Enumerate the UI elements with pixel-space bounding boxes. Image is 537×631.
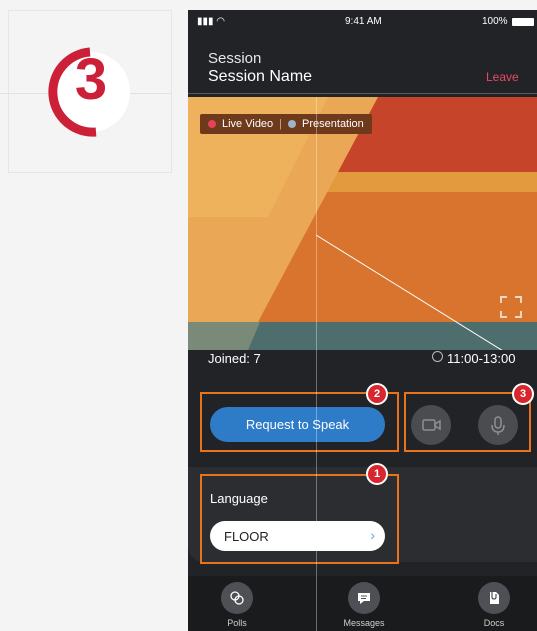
tab-polls[interactable]: Polls: [197, 582, 277, 628]
status-time: 9:41 AM: [345, 16, 382, 27]
session-time-value: 11:00-13:00: [447, 351, 516, 366]
video-mode-toggle[interactable]: Live Video | Presentation: [200, 114, 372, 134]
guide-line-horizontal: [188, 93, 537, 94]
signal-icon: ▮▮▮ ◠: [197, 16, 226, 27]
session-label: Session: [208, 50, 262, 67]
annotation-box-3: [404, 392, 531, 452]
session-time: 11:00-13:00: [432, 351, 515, 366]
live-indicator-icon: [208, 120, 216, 128]
battery-icon: [512, 18, 534, 26]
guide-line: [316, 97, 317, 631]
polls-icon: [221, 582, 253, 614]
messages-icon: [348, 582, 380, 614]
clock-icon: [432, 351, 443, 362]
annotation-badge-3: 3: [514, 385, 532, 403]
video-area: [188, 97, 537, 350]
annotation-badge-1: 1: [368, 465, 386, 483]
session-name: Session Name: [208, 68, 313, 85]
joined-count: Joined: 7: [208, 351, 261, 366]
annotation-box-1: [200, 474, 399, 564]
tab-messages-label: Messages: [343, 618, 385, 628]
leave-button[interactable]: Leave: [486, 70, 519, 84]
mode-live-video[interactable]: Live Video: [222, 118, 273, 130]
phone-screen: ▮▮▮ ◠ 9:41 AM 100% Session Session Name …: [188, 10, 537, 631]
battery-percent: 100%: [482, 16, 508, 27]
tab-docs-label: Docs: [483, 618, 505, 628]
mode-separator: |: [279, 118, 283, 130]
mode-presentation[interactable]: Presentation: [302, 118, 364, 130]
presentation-indicator-icon: [288, 120, 297, 128]
tab-polls-label: Polls: [227, 618, 247, 628]
status-bar: ▮▮▮ ◠ 9:41 AM 100%: [188, 10, 537, 34]
docs-icon: [478, 582, 510, 614]
step-number: 3: [74, 47, 108, 112]
annotation-badge-2: 2: [368, 385, 386, 403]
tab-bar: Polls Messages Docs: [188, 576, 537, 631]
tab-docs[interactable]: Docs: [454, 582, 534, 628]
tab-messages[interactable]: Messages: [324, 582, 404, 628]
fullscreen-icon[interactable]: [500, 296, 522, 318]
annotation-box-2: [200, 392, 399, 452]
